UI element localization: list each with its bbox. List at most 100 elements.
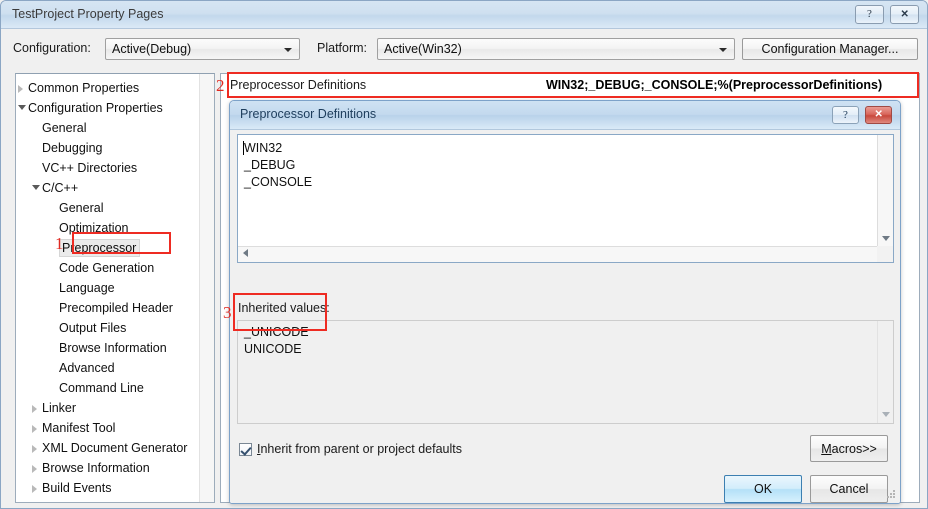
configuration-value: Active(Debug) — [112, 42, 192, 56]
tree-item-label: Language — [59, 281, 115, 295]
dialog-body: WIN32 _DEBUG _CONSOLE Inherited values: … — [230, 130, 900, 503]
platform-label: Platform: — [317, 41, 368, 55]
tree-item-label: XML Document Generator — [42, 441, 188, 455]
preprocessor-definitions-dialog: Preprocessor Definitions ? ✕ WIN32 _DEBU… — [229, 100, 901, 504]
tree-item-label: Common Properties — [28, 81, 140, 95]
tree-item-label: Advanced — [59, 361, 115, 375]
inherit-defaults-checkbox[interactable] — [239, 442, 252, 456]
tree-item-label: VC++ Directories — [42, 161, 138, 175]
close-icon: ✕ — [874, 109, 883, 120]
scroll-down-icon[interactable] — [882, 412, 890, 417]
tree-item-label: Manifest Tool — [42, 421, 116, 435]
tree-item-vc-directories[interactable]: VC++ Directories — [16, 158, 200, 178]
tree-item-configuration-properties[interactable]: Configuration Properties — [16, 98, 200, 118]
tree-item-common-properties[interactable]: Common Properties — [16, 78, 200, 98]
close-button[interactable]: ✕ — [890, 5, 919, 24]
property-name: Preprocessor Definitions — [230, 78, 367, 92]
tree-item-label: Debugging — [42, 141, 103, 155]
resize-grip-icon[interactable] — [884, 490, 896, 502]
screenshot-root: TestProject Property Pages ? ✕ Configura… — [0, 0, 928, 509]
tree-item-manifest-tool[interactable]: Manifest Tool — [16, 418, 200, 438]
tree-item-code-generation[interactable]: Code Generation — [16, 258, 200, 278]
tree-item-browse-information[interactable]: Browse Information — [16, 458, 200, 478]
configuration-bar: Configuration: Active(Debug) Platform: A… — [1, 29, 927, 69]
definitions-editor-value: WIN32 _DEBUG _CONSOLE — [244, 141, 313, 189]
tree-item-precompiled-header[interactable]: Precompiled Header — [16, 298, 200, 318]
tree-item-command-line[interactable]: Command Line — [16, 378, 200, 398]
editor-horizontal-scrollbar[interactable] — [238, 246, 893, 262]
tree-item-label: Output Files — [59, 321, 127, 335]
tree-item-advanced[interactable]: Advanced — [16, 358, 200, 378]
platform-dropdown[interactable]: Active(Win32) — [377, 38, 735, 60]
configuration-label: Configuration: — [13, 41, 91, 55]
tree-item-browse-information[interactable]: Browse Information — [16, 338, 200, 358]
dialog-close-button[interactable]: ✕ — [865, 106, 892, 124]
chevron-down-icon — [719, 48, 727, 52]
tree-item-build-events[interactable]: Build Events — [16, 478, 200, 498]
tree-item-label: Browse Information — [42, 461, 150, 475]
tree-item-debugging[interactable]: Debugging — [16, 138, 200, 158]
tree-item-linker[interactable]: Linker — [16, 398, 200, 418]
dialog-help-button[interactable]: ? — [832, 106, 859, 124]
tree-item-preprocessor[interactable]: Preprocessor — [16, 238, 200, 258]
inherit-defaults-label: Inherit from parent or project defaults — [257, 442, 462, 456]
tree-item-label: Linker — [42, 401, 77, 415]
chevron-right-icon[interactable] — [32, 445, 37, 453]
chevron-down-icon[interactable] — [32, 185, 40, 190]
chevron-right-icon[interactable] — [18, 85, 23, 93]
question-mark-icon: ? — [843, 108, 848, 121]
properties-tree: Common Properties Configuration Propertie… — [16, 78, 200, 502]
configuration-dropdown[interactable]: Active(Debug) — [105, 38, 300, 60]
properties-tree-pane: Common Properties Configuration Propertie… — [15, 73, 215, 503]
scroll-down-icon[interactable] — [882, 236, 890, 241]
configuration-manager-button[interactable]: Configuration Manager... — [742, 38, 918, 60]
cancel-button[interactable]: Cancel — [810, 475, 888, 503]
window-titlebar: TestProject Property Pages ? ✕ — [1, 1, 927, 29]
tree-scrollbar[interactable] — [199, 74, 214, 502]
dialog-title: Preprocessor Definitions — [240, 107, 377, 121]
close-icon: ✕ — [900, 8, 909, 20]
tree-item-label: Configuration Properties — [28, 101, 163, 115]
tree-item-general[interactable]: General — [16, 198, 200, 218]
tree-item-custom-build-step[interactable]: Custom Build Step — [16, 498, 200, 502]
inherit-defaults-checkbox-row[interactable]: Inherit from parent or project defaults — [239, 442, 462, 456]
tree-item-c-c[interactable]: C/C++ — [16, 178, 200, 198]
tree-item-label: Code Generation — [59, 261, 155, 275]
chevron-right-icon[interactable] — [32, 425, 37, 433]
ok-button[interactable]: OK — [724, 475, 802, 503]
question-mark-icon: ? — [867, 8, 872, 20]
chevron-right-icon[interactable] — [32, 465, 37, 473]
tree-item-general[interactable]: General — [16, 118, 200, 138]
tree-item-label: Custom Build Step — [42, 498, 146, 502]
scroll-left-icon[interactable] — [243, 249, 248, 257]
annotation-marker-1: 1 — [55, 234, 64, 253]
tree-item-label: Build Events — [42, 481, 112, 495]
tree-item-output-files[interactable]: Output Files — [16, 318, 200, 338]
macros-button[interactable]: Macros>> — [810, 435, 888, 462]
tree-item-label: Browse Information — [59, 341, 167, 355]
editor-vertical-scrollbar[interactable] — [877, 135, 893, 262]
inherited-values-list: _UNICODE UNICODE — [237, 320, 894, 424]
label-rest: acros>> — [831, 441, 877, 456]
property-row-preprocessor-definitions[interactable]: Preprocessor Definitions WIN32;_DEBUG;_C… — [221, 74, 919, 98]
chevron-right-icon[interactable] — [32, 485, 37, 493]
scrollbar-corner — [877, 246, 893, 262]
inherited-vertical-scrollbar[interactable] — [877, 321, 893, 423]
chevron-right-icon[interactable] — [32, 405, 37, 413]
annotation-marker-2: 2 — [216, 76, 225, 95]
inherited-values-text: _UNICODE UNICODE — [244, 325, 309, 356]
window-title: TestProject Property Pages — [12, 7, 164, 21]
tree-item-label: Optimization — [59, 221, 129, 235]
help-button[interactable]: ? — [855, 5, 884, 24]
tree-item-label: Precompiled Header — [59, 301, 173, 315]
tree-item-optimization[interactable]: Optimization — [16, 218, 200, 238]
tree-item-language[interactable]: Language — [16, 278, 200, 298]
tree-item-label: Preprocessor — [59, 239, 141, 257]
annotation-marker-3: 3 — [223, 303, 232, 322]
tree-item-label: C/C++ — [42, 181, 79, 195]
definitions-editor[interactable]: WIN32 _DEBUG _CONSOLE — [237, 134, 894, 263]
chevron-down-icon[interactable] — [18, 105, 26, 110]
accelerator-letter: M — [821, 441, 832, 456]
tree-item-label: General — [42, 121, 87, 135]
tree-item-xml-document-generator[interactable]: XML Document Generator — [16, 438, 200, 458]
